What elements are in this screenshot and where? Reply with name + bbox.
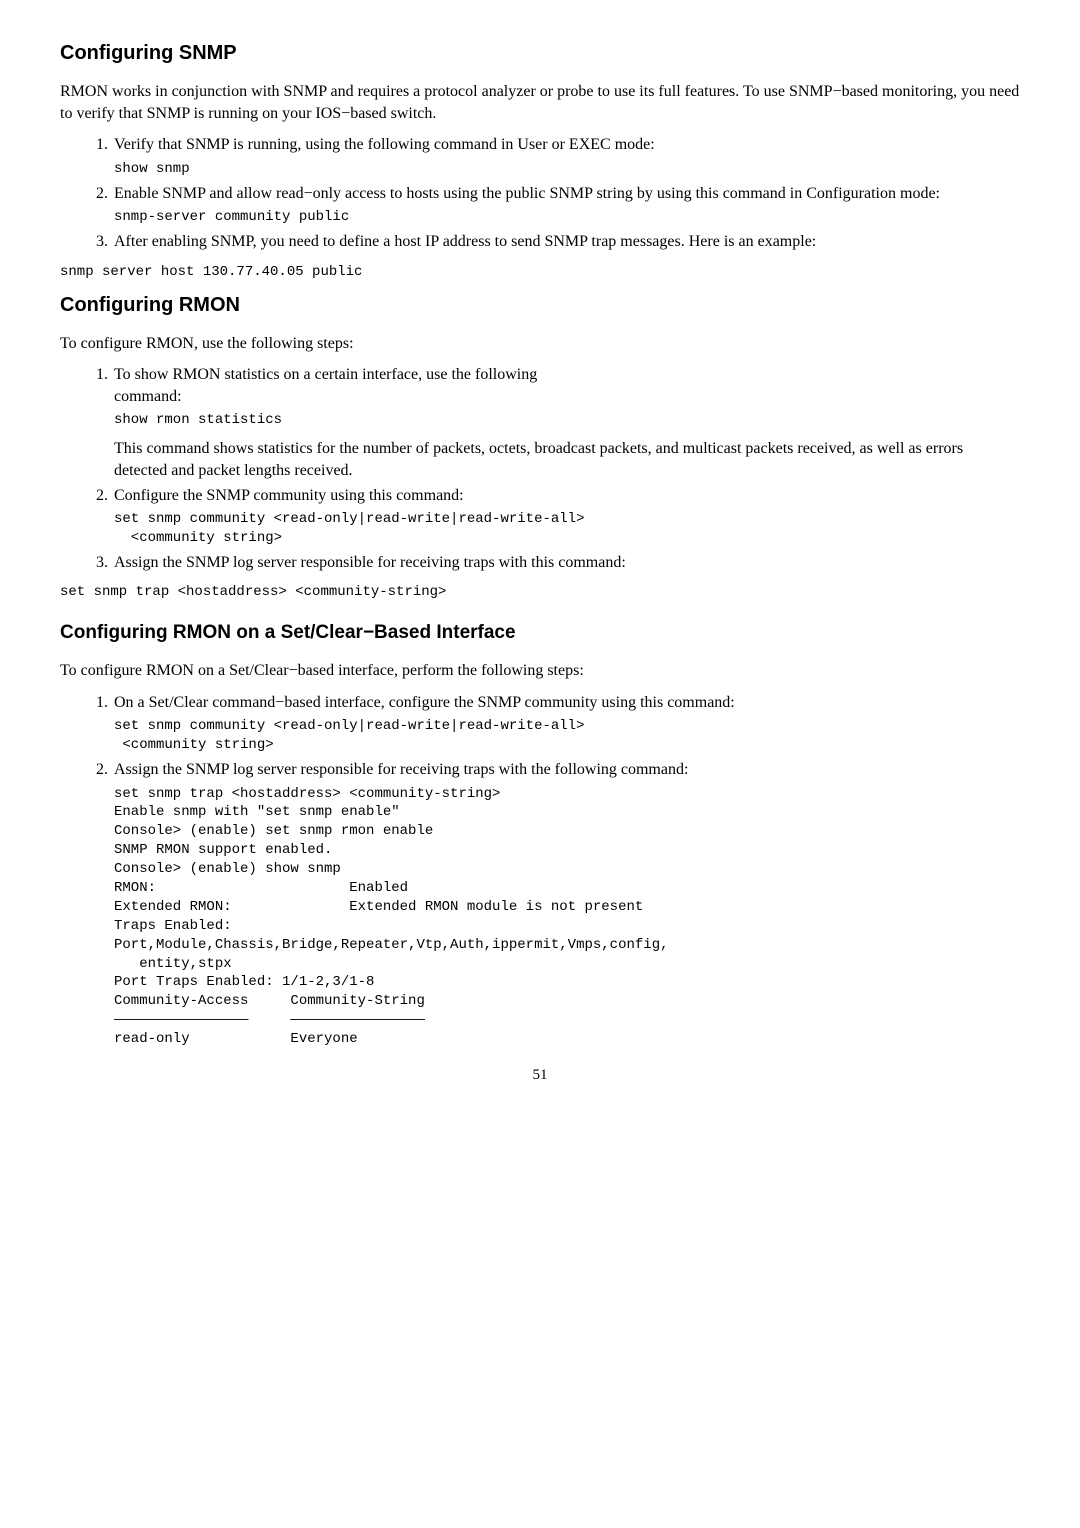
list-item: Assign the SNMP log server responsible f… <box>112 552 1020 574</box>
list-text: To show RMON statistics on a certain int… <box>114 366 537 383</box>
list-text: This command shows statistics for the nu… <box>114 438 1020 481</box>
heading-configuring-rmon: Configuring RMON <box>60 292 1020 319</box>
list-text: On a Set/Clear command−based interface, … <box>114 694 735 711</box>
list-item: Enable SNMP and allow read−only access t… <box>112 183 1020 227</box>
list-item: To show RMON statistics on a certain int… <box>112 364 1020 481</box>
list-item: After enabling SNMP, you need to define … <box>112 231 1020 253</box>
code-block: snmp server host 130.77.40.05 public <box>60 263 1020 282</box>
code-block: set snmp trap <hostaddress> <community-s… <box>114 785 1020 1049</box>
ordered-list: Verify that SNMP is running, using the f… <box>60 134 1020 253</box>
ordered-list: To show RMON statistics on a certain int… <box>60 364 1020 573</box>
list-text: Configure the SNMP community using this … <box>114 487 464 504</box>
list-text: Verify that SNMP is running, using the f… <box>114 136 655 153</box>
paragraph: To configure RMON, use the following ste… <box>60 333 1020 355</box>
list-item: Assign the SNMP log server responsible f… <box>112 759 1020 1049</box>
code-block: set snmp community <read-only|read-write… <box>114 510 1020 548</box>
list-text: Assign the SNMP log server responsible f… <box>114 761 688 778</box>
list-text: Enable SNMP and allow read−only access t… <box>114 185 940 202</box>
ordered-list: On a Set/Clear command−based interface, … <box>60 692 1020 1049</box>
list-item: Verify that SNMP is running, using the f… <box>112 134 1020 178</box>
code-block: show rmon statistics <box>114 411 1020 430</box>
paragraph: To configure RMON on a Set/Clear−based i… <box>60 660 1020 682</box>
list-text: After enabling SNMP, you need to define … <box>114 233 816 250</box>
code-block: set snmp trap <hostaddress> <community-s… <box>60 583 1020 602</box>
heading-configuring-snmp: Configuring SNMP <box>60 40 1020 67</box>
code-block: set snmp community <read-only|read-write… <box>114 717 1020 755</box>
code-block: snmp-server community public <box>114 208 1020 227</box>
page-number: 51 <box>60 1065 1020 1085</box>
paragraph: RMON works in conjunction with SNMP and … <box>60 81 1020 124</box>
heading-configuring-rmon-set-clear: Configuring RMON on a Set/Clear−Based In… <box>60 620 1020 646</box>
list-item: On a Set/Clear command−based interface, … <box>112 692 1020 755</box>
list-item: Configure the SNMP community using this … <box>112 485 1020 548</box>
list-text: command: <box>114 388 182 405</box>
code-block: show snmp <box>114 160 1020 179</box>
list-text: Assign the SNMP log server responsible f… <box>114 554 626 571</box>
